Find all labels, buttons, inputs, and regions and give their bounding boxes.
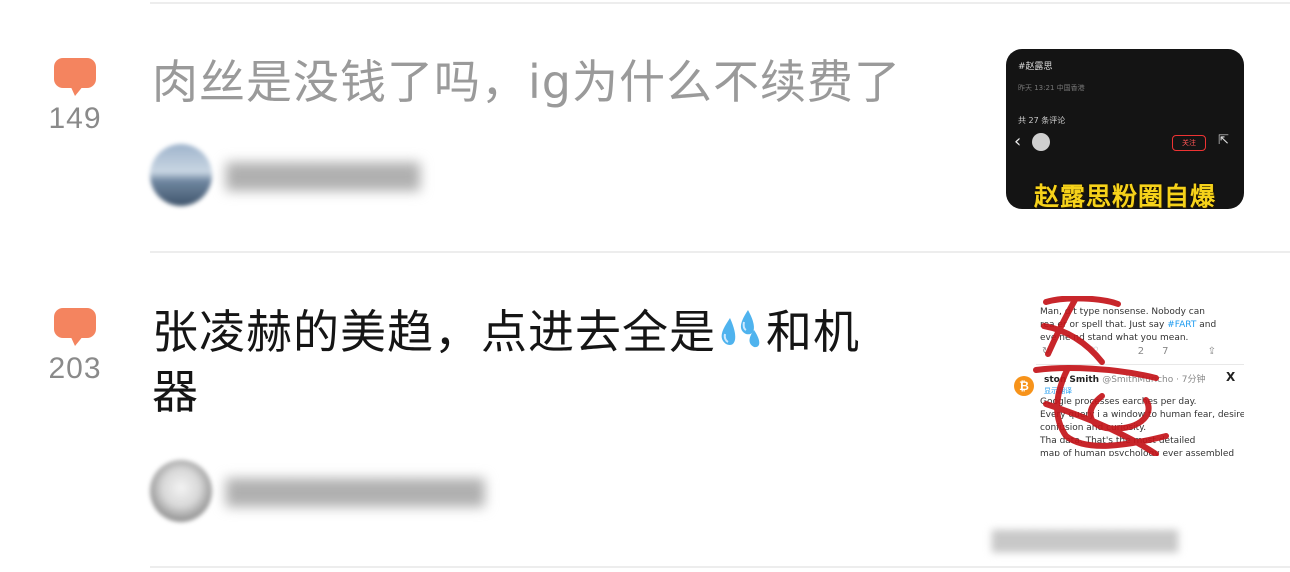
post-item[interactable]: 149 肉丝是没钱了吗，ig为什么不续费了 ▇▇▇▇▇▇▇▇▇ #赵露思 昨天 … [0, 0, 1290, 250]
post-thumbnail[interactable]: Man, d t type nonsense. Nobody can rea e… [1006, 296, 1244, 456]
post-title[interactable]: 张凌赫的美趋，点进去全是 和机器 [152, 302, 952, 422]
thumb-comment-count: 共 27 条评论 [1018, 116, 1066, 125]
avatar[interactable] [150, 460, 212, 522]
avatar[interactable] [150, 144, 212, 206]
back-chevron-icon: ‹ [1014, 131, 1022, 152]
post-title-part: 器 [152, 365, 199, 419]
thumb-avatar [1032, 133, 1050, 151]
sweat-droplets-icon [721, 310, 760, 348]
share-icon: ⇱ [1218, 133, 1229, 148]
bottom-divider [150, 566, 1290, 568]
author-row[interactable]: ▇▇▇▇▇▇▇▇▇▇▇▇ [150, 460, 630, 524]
thumb-hashtag: #赵露思 [1018, 62, 1053, 72]
post-title[interactable]: 肉丝是没钱了吗，ig为什么不续费了 [152, 52, 901, 112]
reply-count: 149 [48, 102, 102, 135]
author-name[interactable]: ▇▇▇▇▇▇▇▇▇ [226, 158, 420, 191]
red-scribble-annotation [1033, 296, 1169, 456]
watermark: ▇▇▇▇▇▇▇▇▇▇▇ [992, 528, 1179, 553]
post-thumbnail[interactable]: #赵露思 昨天 13:21 中国香港 共 27 条评论 ‹ 关注 ⇱ 赵露思粉圈… [1006, 49, 1244, 209]
thumb-follow-badge: 关注 [1172, 135, 1206, 151]
reply-count-block: 149 [44, 58, 106, 136]
comment-bubble-icon [54, 308, 96, 346]
comment-bubble-icon [54, 58, 96, 96]
author-row[interactable]: ▇▇▇▇▇▇▇▇▇ [150, 144, 630, 208]
reply-count-block: 203 [44, 308, 106, 386]
thumb-meta: 昨天 13:21 中国香港 [1018, 84, 1085, 92]
post-title-part: 和机 [766, 305, 860, 359]
reply-count: 203 [48, 352, 102, 385]
author-name[interactable]: ▇▇▇▇▇▇▇▇▇▇▇▇ [226, 474, 484, 507]
post-title-part: 张凌赫的美趋，点进去全是 [152, 305, 716, 359]
thumb-overlay-caption: 赵露思粉圈自爆 [1033, 182, 1216, 209]
